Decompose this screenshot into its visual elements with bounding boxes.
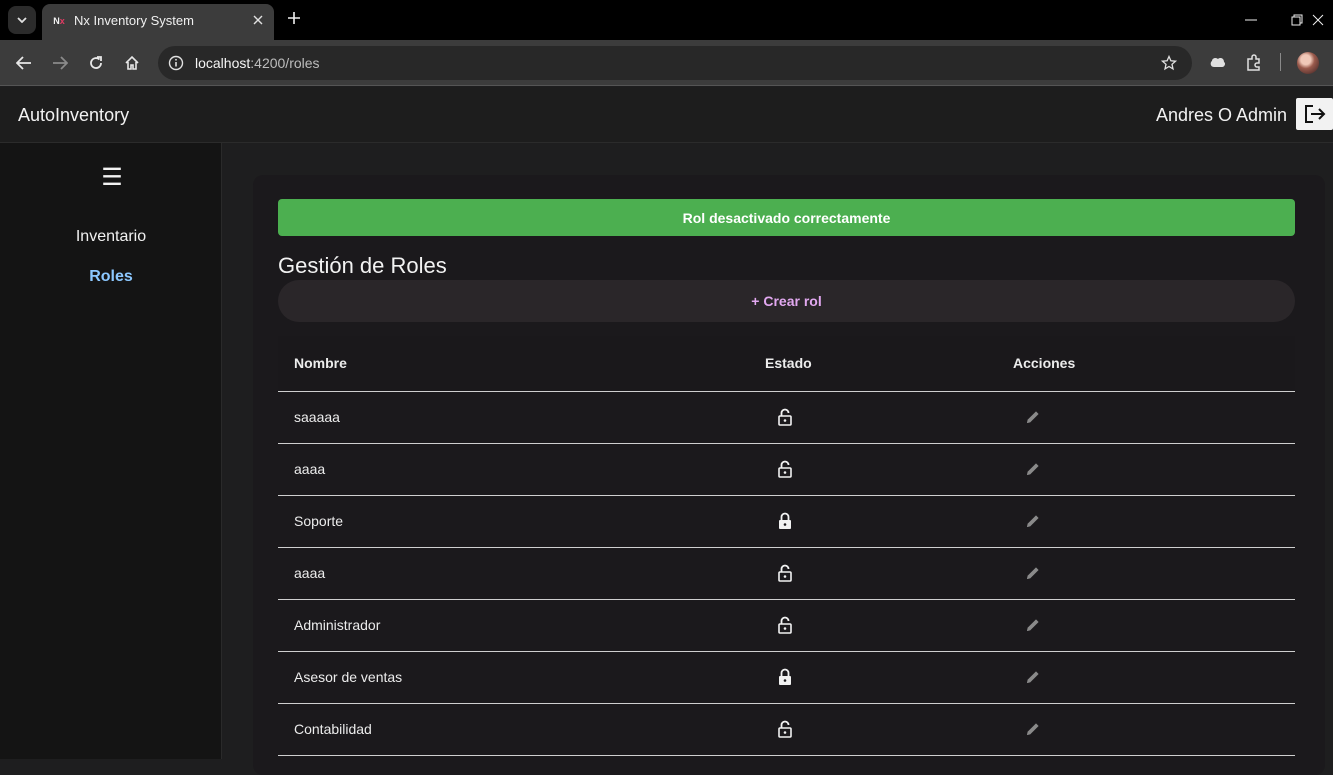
menu-icon[interactable]: ☰ — [99, 164, 125, 191]
role-name: aaaa — [294, 565, 326, 581]
restore-icon — [1291, 14, 1303, 26]
tab-list-button[interactable] — [8, 6, 36, 34]
lock-closed-icon[interactable] — [777, 511, 793, 531]
lock-open-icon[interactable] — [777, 407, 793, 427]
lock-open-icon[interactable] — [777, 719, 793, 739]
logout-button[interactable] — [1296, 98, 1333, 130]
bookmark-star-icon[interactable] — [1160, 54, 1178, 72]
lock-closed-icon[interactable] — [777, 667, 793, 687]
edit-icon[interactable] — [1024, 460, 1042, 478]
address-bar[interactable]: localhost:4200/roles — [158, 46, 1192, 80]
profile-avatar[interactable] — [1297, 52, 1319, 74]
sidebar-item-inventario[interactable]: Inventario — [0, 228, 222, 246]
table-row: saaaaa — [278, 392, 1295, 444]
close-icon — [1312, 14, 1324, 26]
edit-icon[interactable] — [1024, 668, 1042, 686]
url-text[interactable]: localhost:4200/roles — [195, 55, 320, 71]
role-name: saaaaa — [294, 409, 340, 425]
minimize-button[interactable] — [1239, 8, 1263, 32]
table-row: Soporte — [278, 496, 1295, 548]
create-role-button[interactable]: + Crear rol — [278, 280, 1295, 322]
home-button[interactable] — [120, 52, 144, 74]
table-header: Nombre Estado Acciones — [278, 336, 1295, 392]
tab-close-button[interactable] — [250, 12, 266, 28]
chevron-down-icon — [17, 17, 27, 23]
role-name: Asesor de ventas — [294, 669, 403, 685]
success-toast: Rol desactivado correctamente — [278, 199, 1295, 236]
page-title: Gestión de Roles — [278, 253, 447, 278]
site-info-icon[interactable] — [166, 53, 186, 73]
plus-icon — [288, 12, 300, 24]
sidebar: ☰ Inventario Roles — [0, 143, 222, 759]
minimize-icon — [1245, 19, 1257, 21]
role-name: Contabilidad — [294, 721, 372, 737]
sidebar-item-roles[interactable]: Roles — [0, 268, 222, 286]
table-row: Contabilidad — [278, 704, 1295, 756]
table-row: Administrador — [278, 600, 1295, 652]
reload-icon — [90, 56, 102, 69]
user-name: Andres O Admin — [1155, 105, 1287, 125]
extension-icon[interactable] — [1207, 52, 1229, 74]
app-brand: AutoInventory — [18, 105, 130, 125]
home-icon — [125, 55, 139, 70]
edit-icon[interactable] — [1024, 616, 1042, 634]
table-row: aaaa — [278, 444, 1295, 496]
lock-open-icon[interactable] — [777, 563, 793, 583]
table-body: saaaaa aaaa Soporte aaaa Administrador Asesor… — [278, 392, 1295, 756]
app-header: AutoInventory Andres O Admin — [0, 87, 1333, 143]
main-content: Rol desactivado correctamente Gestión de… — [223, 143, 1333, 775]
column-header-estado: Estado — [765, 355, 812, 371]
puzzle-extensions-icon[interactable] — [1243, 52, 1265, 74]
close-window-button[interactable] — [1306, 8, 1330, 32]
column-header-nombre: Nombre — [294, 355, 347, 371]
new-tab-button[interactable] — [284, 8, 304, 28]
reload-button[interactable] — [84, 52, 108, 74]
edit-icon[interactable] — [1024, 408, 1042, 426]
browser-tabbar: Nx Nx Inventory System — [0, 0, 1333, 40]
arrow-right-icon — [53, 56, 68, 70]
logout-icon — [1304, 105, 1325, 123]
tab-title: Nx Inventory System — [74, 13, 194, 28]
browser-toolbar: localhost:4200/roles — [0, 40, 1333, 86]
edit-icon[interactable] — [1024, 720, 1042, 738]
forward-button[interactable] — [48, 52, 72, 74]
nx-logo-icon: Nx — [53, 16, 65, 26]
role-name: aaaa — [294, 461, 326, 477]
back-button[interactable] — [12, 52, 36, 74]
close-icon — [253, 15, 263, 25]
roles-table: Nombre Estado Acciones saaaaa aaaa Soporte… — [278, 336, 1295, 756]
column-header-acciones: Acciones — [1013, 355, 1076, 371]
lock-open-icon[interactable] — [777, 459, 793, 479]
table-row: Asesor de ventas — [278, 652, 1295, 704]
role-name: Soporte — [294, 513, 344, 529]
edit-icon[interactable] — [1024, 564, 1042, 582]
table-row: aaaa — [278, 548, 1295, 600]
arrow-left-icon — [16, 56, 31, 70]
browser-tab[interactable]: Nx Nx Inventory System — [42, 4, 274, 40]
toolbar-separator — [1280, 53, 1281, 71]
role-name: Administrador — [294, 617, 381, 633]
edit-icon[interactable] — [1024, 512, 1042, 530]
lock-open-icon[interactable] — [777, 615, 793, 635]
